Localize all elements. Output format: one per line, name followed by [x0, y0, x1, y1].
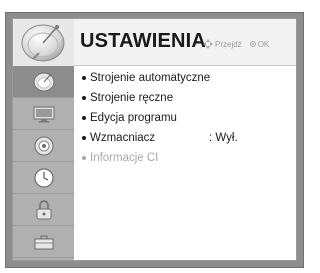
four-way-arrows-icon	[203, 39, 213, 49]
hint-move-label: Przejdź	[215, 39, 242, 49]
menu-item-label: Edycja programu	[90, 112, 177, 124]
menu-item-program-edit[interactable]: Edycja programu	[82, 112, 177, 124]
menu-item-booster[interactable]: Wzmacniacz : Wył.	[82, 132, 292, 144]
sidebar-item-options[interactable]	[13, 226, 74, 258]
sidebar-item-time[interactable]	[13, 162, 74, 194]
options-toolbox-icon	[34, 235, 53, 249]
menu-list: Strojenie automatyczne Strojenie ręczne …	[74, 66, 296, 260]
clock-icon	[33, 167, 54, 188]
menu-item-auto-tuning[interactable]: Strojenie automatyczne	[82, 72, 210, 84]
sidebar-item-picture[interactable]	[13, 98, 74, 130]
menu-item-manual-tuning[interactable]: Strojenie ręczne	[82, 92, 173, 104]
page-title: USTAWIENIA	[80, 30, 207, 52]
satellite-dish-icon	[33, 72, 54, 91]
bullet-icon	[82, 116, 86, 120]
menu-item-label: Strojenie automatyczne	[90, 72, 211, 84]
menu-item-label: Informacje CI	[90, 152, 159, 164]
booster-value: : Wył.	[209, 132, 238, 144]
panel-header: USTAWIENIA Przejdź OK	[13, 19, 296, 66]
settings-panel: USTAWIENIA Przejdź OK Strojenie automaty…	[12, 18, 297, 261]
satellite-dish-icon	[21, 24, 65, 62]
bullet-icon	[82, 156, 86, 160]
menu-item-ci-information: Informacje CI	[82, 152, 158, 164]
header-category-cell	[13, 19, 74, 66]
picture-monitor-icon	[33, 106, 54, 122]
menu-item-label: Wzmacniacz	[90, 132, 156, 144]
ok-button-icon	[249, 41, 256, 47]
audio-speaker-icon	[34, 136, 53, 155]
sidebar-item-audio[interactable]	[13, 130, 74, 162]
category-sidebar	[13, 66, 74, 260]
bullet-icon	[82, 76, 86, 80]
sidebar-item-lock[interactable]	[13, 194, 74, 226]
menu-item-label: Strojenie ręczne	[90, 92, 174, 104]
navigation-hint: Przejdź OK	[203, 39, 269, 49]
lock-icon	[36, 199, 51, 219]
hint-ok-label: OK	[257, 39, 270, 49]
bullet-icon	[82, 136, 86, 140]
bullet-icon	[82, 96, 86, 100]
sidebar-item-channels[interactable]	[13, 66, 74, 98]
